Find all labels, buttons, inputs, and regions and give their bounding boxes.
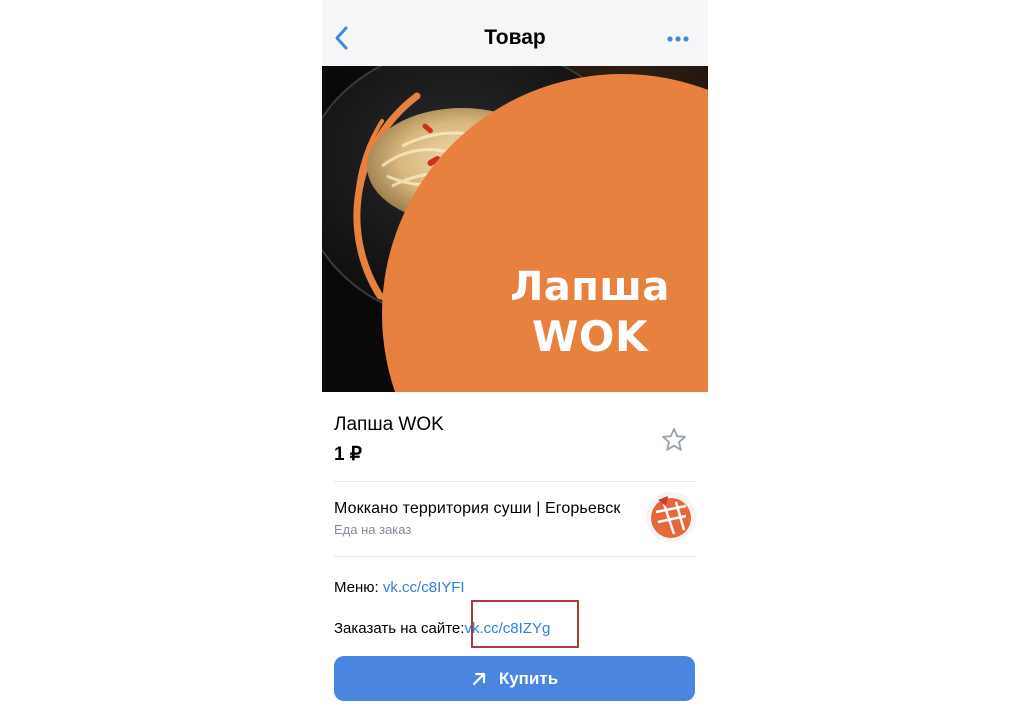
more-horizontal-icon xyxy=(667,36,689,42)
product-screen: Товар Лапша WOK Лапша WOK 1 ₽ Моккано те… xyxy=(322,0,708,714)
hero-caption-line1: Лапша xyxy=(510,264,670,310)
buy-button[interactable]: Купить xyxy=(334,656,695,701)
page-title: Товар xyxy=(484,26,546,49)
star-outline-icon xyxy=(662,428,686,451)
hero-caption: Лапша WOK xyxy=(472,262,708,362)
menu-line: Меню: vk.cc/c8IYFI xyxy=(334,579,465,596)
navigation-bar: Товар xyxy=(322,0,708,66)
shop-row[interactable]: Моккано территория суши | Егорьевск Еда … xyxy=(322,482,708,556)
product-price: 1 ₽ xyxy=(334,444,362,465)
buy-button-label: Купить xyxy=(498,668,559,688)
favorite-button[interactable] xyxy=(660,426,688,454)
product-name: Лапша WOK xyxy=(334,414,444,435)
shop-avatar xyxy=(646,492,696,542)
highlight-annotation xyxy=(471,600,579,648)
divider xyxy=(334,556,696,557)
shop-category: Еда на заказ xyxy=(334,522,412,537)
arrow-up-right-icon xyxy=(472,672,485,685)
shop-name: Моккано территория суши | Егорьевск xyxy=(334,500,621,517)
menu-link[interactable]: vk.cc/c8IYFI xyxy=(383,579,465,596)
product-image[interactable]: Лапша WOK xyxy=(322,66,708,392)
hero-caption-line2: WOK xyxy=(531,312,649,361)
menu-label: Меню: xyxy=(334,579,379,596)
more-button[interactable] xyxy=(666,32,692,44)
order-label: Заказать на сайте: xyxy=(334,620,465,637)
